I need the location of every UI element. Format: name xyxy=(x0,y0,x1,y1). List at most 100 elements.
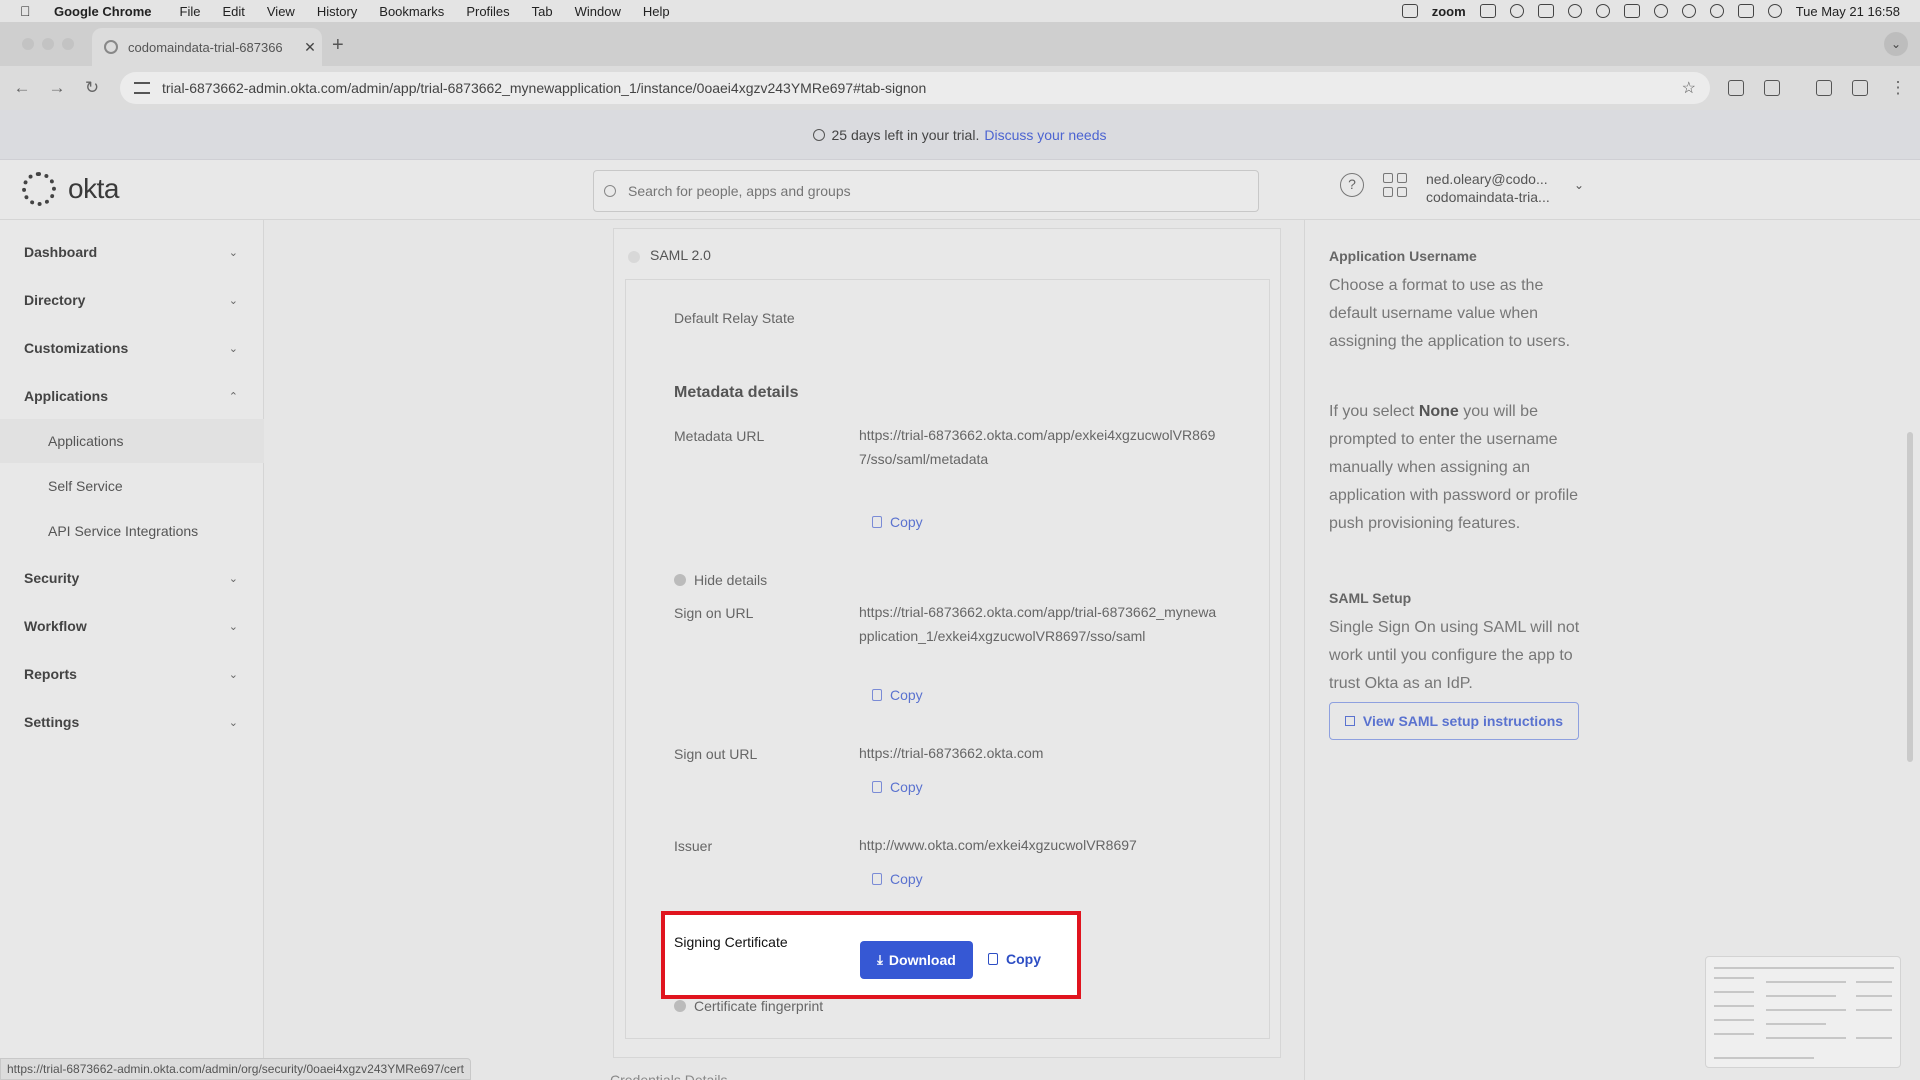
zoom-tray-label[interactable]: zoom xyxy=(1432,4,1466,19)
browser-tabbar: codomaindata-trial-687366 ✕ + ⌄ xyxy=(0,22,1920,66)
extensions-puzzle-icon[interactable] xyxy=(1764,80,1780,96)
view-saml-instructions-button[interactable]: View SAML setup instructions xyxy=(1329,702,1579,740)
menu-app-name[interactable]: Google Chrome xyxy=(54,4,152,19)
credentials-details-title: Credentials Details xyxy=(610,1072,728,1080)
sidebar-item-settings[interactable]: Settings ⌄ xyxy=(0,702,264,742)
sidebar-item-dashboard[interactable]: Dashboard ⌄ xyxy=(0,232,264,272)
scrollbar-thumb[interactable] xyxy=(1907,432,1913,762)
tab-search-icon[interactable]: ⌄ xyxy=(1884,32,1908,56)
forward-arrow-icon[interactable]: → xyxy=(45,76,69,100)
download-label: Download xyxy=(888,952,956,968)
copy-label: Copy xyxy=(890,687,923,703)
trial-banner: 25 days left in your trial. Discuss your… xyxy=(0,110,1920,160)
saml-label: SAML 2.0 xyxy=(650,247,711,263)
menu-edit[interactable]: Edit xyxy=(222,4,244,19)
apple-icon[interactable]:  xyxy=(20,4,34,18)
notion-tray-icon[interactable] xyxy=(1401,4,1418,18)
menu-help[interactable]: Help xyxy=(643,4,670,19)
copy-icon xyxy=(872,689,882,701)
user-menu[interactable]: ned.oleary@codo... codomaindata-tria... xyxy=(1426,170,1550,206)
browser-tab[interactable]: codomaindata-trial-687366 ✕ xyxy=(92,28,322,66)
sidebar-item-label: Directory xyxy=(24,292,86,308)
menu-bookmarks[interactable]: Bookmarks xyxy=(379,4,444,19)
sidebar-item-reports[interactable]: Reports ⌄ xyxy=(0,654,264,694)
discuss-needs-link[interactable]: Discuss your needs xyxy=(984,127,1106,143)
menu-tab[interactable]: Tab xyxy=(532,4,553,19)
back-arrow-icon[interactable]: ← xyxy=(10,76,34,100)
sign-out-url-label: Sign out URL xyxy=(674,746,758,762)
sidebar-subitem-label: Applications xyxy=(48,433,124,449)
site-info-icon[interactable] xyxy=(134,82,150,94)
spotlight-tray-icon[interactable] xyxy=(1709,4,1724,18)
sidebar-subitem-applications[interactable]: Applications xyxy=(0,419,264,463)
sidebar-subitem-self-service[interactable]: Self Service xyxy=(0,464,264,508)
sign-out-url-copy-button[interactable]: Copy xyxy=(872,779,923,795)
siri-icon[interactable] xyxy=(1767,4,1782,18)
app-switcher-icon[interactable] xyxy=(1383,173,1407,197)
download-certificate-button[interactable]: ⤓ Download xyxy=(860,941,973,979)
issuer-copy-button[interactable]: Copy xyxy=(872,871,923,887)
drive-tray-icon[interactable] xyxy=(1479,4,1496,18)
battery-tray-icon[interactable] xyxy=(1623,4,1640,18)
window-zoom-button[interactable] xyxy=(62,38,74,50)
extension-2-icon[interactable] xyxy=(1852,80,1868,96)
sidebar-item-label: Security xyxy=(24,570,80,586)
certificate-fingerprint-toggle[interactable]: Certificate fingerprint xyxy=(674,998,823,1014)
window-minimize-button[interactable] xyxy=(42,38,54,50)
help-sidebar: Application Username Choose a format to … xyxy=(1304,220,1920,1080)
global-search[interactable] xyxy=(593,170,1259,212)
menubar-clock[interactable]: Tue May 21 16:58 xyxy=(1796,4,1900,19)
menu-profiles[interactable]: Profiles xyxy=(466,4,509,19)
hide-details-toggle[interactable]: Hide details xyxy=(674,572,767,588)
sidebar-item-customizations[interactable]: Customizations ⌄ xyxy=(0,328,264,368)
bookmark-star-icon[interactable]: ☆ xyxy=(1682,78,1696,98)
control-center-icon[interactable] xyxy=(1737,4,1754,18)
sidebar-item-label: Settings xyxy=(24,714,80,730)
chevron-down-icon[interactable]: ⌄ xyxy=(1574,178,1584,192)
sidebar-item-security[interactable]: Security ⌄ xyxy=(0,558,264,598)
external-link-icon xyxy=(1344,716,1355,726)
app-username-title: Application Username xyxy=(1329,248,1477,264)
sign-on-url-copy-button[interactable]: Copy xyxy=(872,687,923,703)
window-close-button[interactable] xyxy=(22,38,34,50)
bluetooth-tray-icon[interactable] xyxy=(1567,4,1582,18)
play-tray-icon[interactable] xyxy=(1595,4,1610,18)
saml-radio-icon[interactable] xyxy=(628,251,640,263)
menu-file[interactable]: File xyxy=(180,4,201,19)
metadata-url-copy-button[interactable]: Copy xyxy=(872,514,923,530)
new-tab-icon[interactable]: + xyxy=(332,34,344,57)
chevron-up-icon: ⌃ xyxy=(228,390,238,403)
download-icon: ⤓ xyxy=(877,952,883,967)
extension-icon[interactable] xyxy=(1728,80,1744,96)
chrome-menu-icon[interactable]: ⋮ xyxy=(1886,76,1910,100)
search-input[interactable] xyxy=(628,183,1228,199)
address-url[interactable]: trial-6873662-admin.okta.com/admin/app/t… xyxy=(162,80,1682,96)
saml-settings-box: Default Relay State Metadata details Met… xyxy=(625,279,1270,1039)
address-bar[interactable]: trial-6873662-admin.okta.com/admin/app/t… xyxy=(120,72,1710,104)
sidebar-item-workflow[interactable]: Workflow ⌄ xyxy=(0,606,264,646)
saml-setup-title: SAML Setup xyxy=(1329,590,1412,606)
menu-view[interactable]: View xyxy=(267,4,295,19)
sidebar-item-directory[interactable]: Directory ⌄ xyxy=(0,280,264,320)
sidebar-subitem-api-service-integrations[interactable]: API Service Integrations xyxy=(0,509,264,553)
help-icon[interactable]: ? xyxy=(1340,173,1364,197)
sidebar-item-applications[interactable]: Applications ⌃ xyxy=(0,376,264,416)
okta-logo[interactable]: okta xyxy=(22,172,119,206)
menu-history[interactable]: History xyxy=(317,4,357,19)
tab-favicon-icon xyxy=(104,40,118,54)
hide-details-label: Hide details xyxy=(694,572,768,588)
certificate-copy-button[interactable]: Copy xyxy=(988,951,1041,967)
reading-list-icon[interactable] xyxy=(1816,80,1832,96)
reload-icon[interactable]: ↻ xyxy=(80,76,104,100)
search-icon xyxy=(604,185,616,197)
sign-on-url-label: Sign on URL xyxy=(674,605,754,621)
record-tray-icon[interactable] xyxy=(1509,4,1524,18)
clock-icon xyxy=(813,128,826,141)
menu-window[interactable]: Window xyxy=(575,4,621,19)
copy-label: Copy xyxy=(890,514,923,530)
wifi-tray-icon[interactable] xyxy=(1653,4,1668,18)
tab-close-icon[interactable]: ✕ xyxy=(298,39,322,56)
drive-app-tray-icon[interactable] xyxy=(1537,4,1554,18)
chevron-down-icon: ⌄ xyxy=(228,572,238,585)
user-tray-icon[interactable] xyxy=(1681,4,1696,18)
